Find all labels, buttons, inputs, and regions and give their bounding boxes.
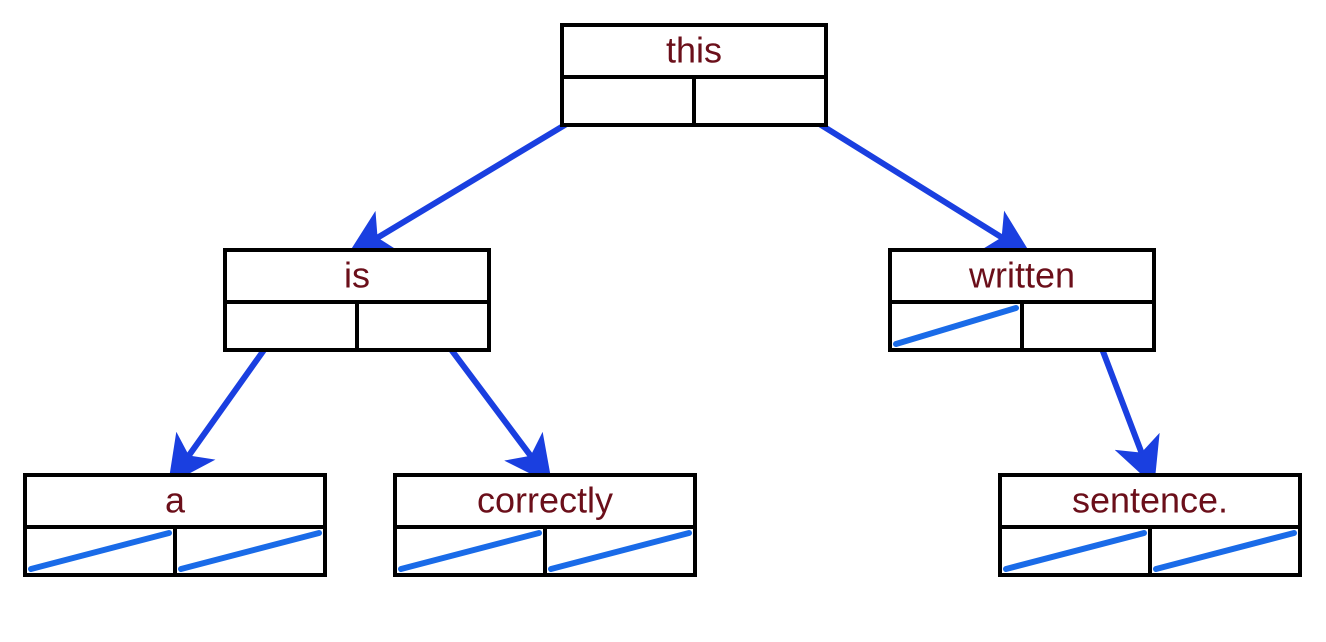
tree-node-label: a [165, 480, 186, 521]
tree-node-correctly: correctly [395, 475, 695, 575]
tree-node-label: sentence. [1072, 480, 1228, 521]
tree-node-a: a [25, 475, 325, 575]
tree-node-written: written [890, 250, 1154, 350]
tree-node-label: this [666, 30, 722, 71]
tree-node-label: written [968, 255, 1075, 296]
tree-node-label: correctly [477, 480, 613, 521]
tree-node-sentence: sentence. [1000, 475, 1300, 575]
tree-node-label: is [344, 255, 370, 296]
tree-node-is: is [225, 250, 489, 350]
tree-node-this: this [562, 25, 826, 125]
binary-tree-diagram: this is written a correctly sentence. [0, 0, 1326, 642]
